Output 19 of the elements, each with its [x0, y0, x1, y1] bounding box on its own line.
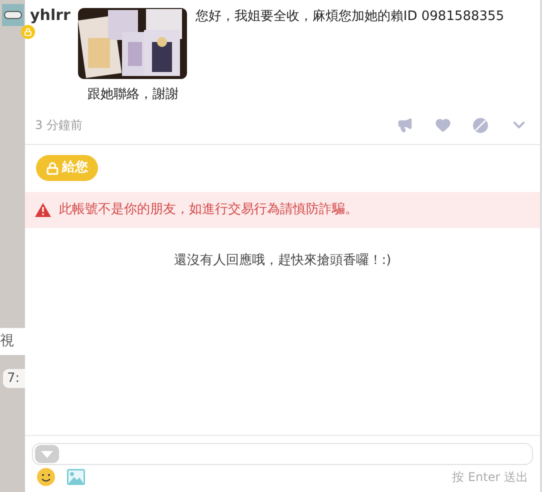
empty-message: 還沒有人回應哦，趕快來搶頭香囉！:) — [174, 252, 392, 270]
background-text: 視 — [0, 332, 14, 351]
lock-icon — [46, 162, 59, 174]
username[interactable]: yhlrr — [30, 6, 70, 115]
avatar — [2, 4, 24, 26]
megaphone-icon[interactable] — [397, 117, 413, 133]
caption: 跟她聯絡，謝謝 — [87, 86, 178, 104]
heart-icon[interactable] — [435, 117, 451, 133]
timestamp: 3 分鐘前 — [35, 117, 82, 134]
image-icon[interactable] — [67, 469, 85, 485]
dropdown-icon[interactable] — [35, 445, 59, 463]
message-text: 您好，我姐要全收，麻煩您加她的賴ID 0981588355 — [195, 8, 504, 26]
send-hint: 按 Enter 送出 — [452, 469, 528, 486]
warning-icon — [35, 203, 51, 217]
background-text: 7: — [6, 370, 20, 388]
blocked-circle-icon[interactable] — [473, 118, 488, 132]
message-input[interactable] — [32, 443, 533, 465]
warning-text: 此帳號不是你的朋友，如進行交易行為請慎防詐騙。 — [59, 201, 358, 220]
smiley-icon[interactable] — [37, 468, 55, 486]
